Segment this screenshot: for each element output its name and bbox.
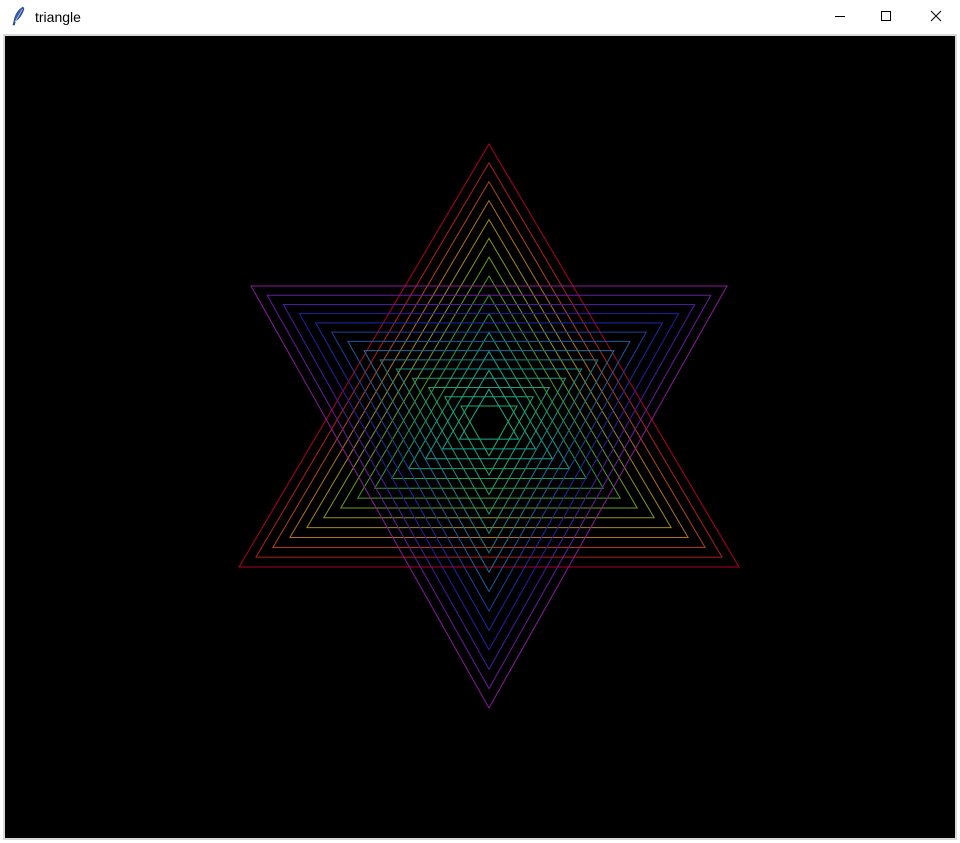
- feather-icon: [10, 6, 28, 26]
- downward-triangle-5: [330, 331, 648, 612]
- downward-triangle-6: [347, 340, 631, 593]
- app-window: triangle: [0, 0, 960, 843]
- minimize-button[interactable]: [817, 0, 863, 32]
- upward-triangle-0: [238, 143, 740, 568]
- drawing-canvas[interactable]: [5, 36, 955, 838]
- maximize-icon: [880, 10, 892, 22]
- upward-triangle-2: [272, 180, 706, 548]
- minimize-icon: [834, 10, 846, 22]
- title-bar[interactable]: triangle: [0, 0, 960, 32]
- window-title: triangle: [35, 9, 81, 25]
- close-icon: [930, 10, 942, 22]
- downward-triangle-13: [460, 405, 518, 457]
- maximize-button[interactable]: [863, 0, 909, 32]
- downward-triangle-2: [282, 303, 696, 671]
- close-button[interactable]: [913, 0, 959, 32]
- upward-triangle-9: [390, 312, 588, 479]
- downward-triangle-0: [250, 285, 728, 710]
- downward-triangle-9: [395, 368, 583, 535]
- downward-triangle-12: [443, 396, 535, 477]
- window-client-area: [3, 34, 957, 840]
- triangle-drawing: [238, 143, 740, 710]
- upward-triangle-11: [424, 350, 554, 460]
